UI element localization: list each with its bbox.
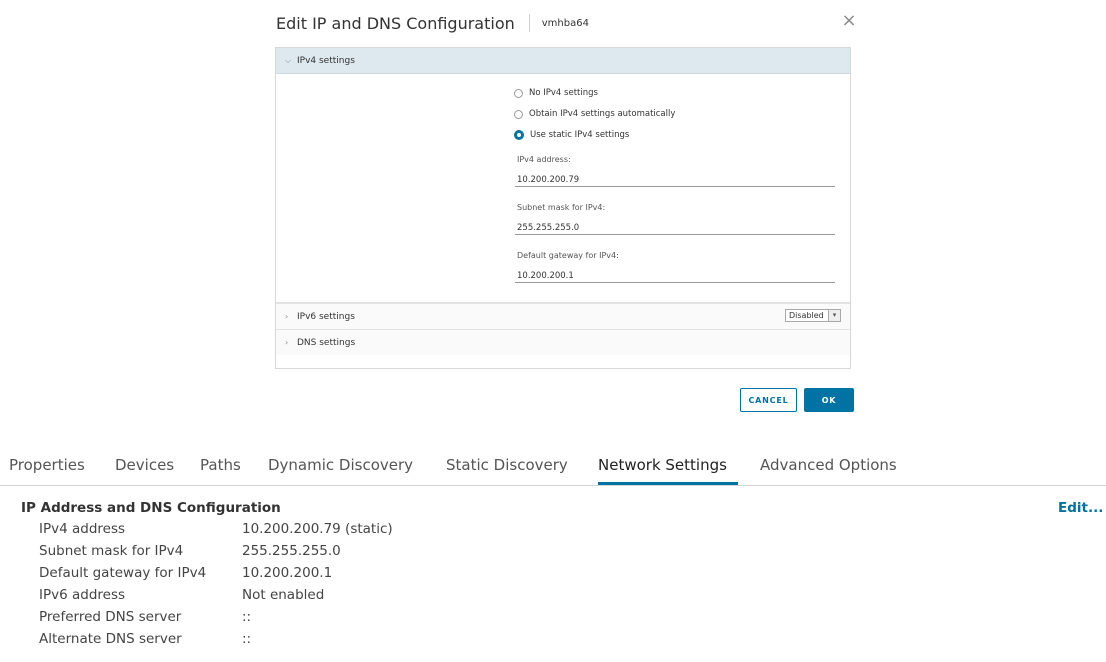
detail-value: Not enabled xyxy=(242,587,325,603)
ipv6-select-value: Disabled xyxy=(789,311,824,320)
detail-key: Preferred DNS server xyxy=(39,609,182,625)
tab-paths[interactable]: Paths xyxy=(200,456,241,474)
detail-key: IPv6 address xyxy=(39,587,126,603)
subnet-mask-input[interactable] xyxy=(515,221,835,235)
radio-label: No IPv4 settings xyxy=(529,88,598,98)
dialog-title: Edit IP and DNS Configuration xyxy=(276,13,515,33)
tab-bar: Properties Devices Paths Dynamic Discove… xyxy=(0,444,1106,486)
detail-value: 10.200.200.79 (static) xyxy=(242,521,393,537)
tab-advanced-options[interactable]: Advanced Options xyxy=(760,456,897,474)
detail-key: IPv4 address xyxy=(39,521,126,537)
section-title: IP Address and DNS Configuration xyxy=(21,500,281,516)
default-gateway-input[interactable] xyxy=(515,269,835,283)
dialog-title-bar: Edit IP and DNS Configuration vmhba64 xyxy=(276,11,589,35)
radio-obtain-auto[interactable]: Obtain IPv4 settings automatically xyxy=(514,109,675,119)
dialog-subtitle: vmhba64 xyxy=(541,17,589,29)
ipv4-settings-label: IPv4 settings xyxy=(297,55,355,66)
close-icon[interactable]: × xyxy=(840,10,858,32)
edit-link[interactable]: Edit... xyxy=(1058,500,1103,516)
detail-value: 10.200.200.1 xyxy=(242,565,333,581)
detail-key: Default gateway for IPv4 xyxy=(39,565,207,581)
tab-devices[interactable]: Devices xyxy=(115,456,174,474)
title-divider xyxy=(528,14,530,32)
ipv4-address-label: IPv4 address: xyxy=(517,155,571,164)
active-tab-indicator xyxy=(598,482,738,485)
default-gateway-label: Default gateway for IPv4: xyxy=(517,251,619,260)
dns-settings-label: DNS settings xyxy=(297,337,356,348)
detail-value: :: xyxy=(242,631,252,647)
ipv6-mode-select[interactable]: Disabled ▾ xyxy=(785,309,841,322)
chevron-right-icon: › xyxy=(285,312,289,321)
ok-button[interactable]: OK xyxy=(804,388,854,412)
settings-stack: ⌵ IPv4 settings No IPv4 settings Obtain … xyxy=(275,47,851,369)
tab-dynamic-discovery[interactable]: Dynamic Discovery xyxy=(268,456,413,474)
ipv6-settings-header[interactable]: › IPv6 settings Disabled ▾ xyxy=(276,303,850,329)
ipv4-settings-header[interactable]: ⌵ IPv4 settings xyxy=(276,48,850,74)
radio-static[interactable]: Use static IPv4 settings xyxy=(514,130,629,140)
radio-label: Obtain IPv4 settings automatically xyxy=(529,109,676,119)
ipv4-settings-body: No IPv4 settings Obtain IPv4 settings au… xyxy=(276,74,850,303)
subnet-mask-label: Subnet mask for IPv4: xyxy=(517,203,606,212)
dns-settings-header[interactable]: › DNS settings xyxy=(276,329,850,355)
radio-button-selected[interactable] xyxy=(514,130,524,140)
tab-properties[interactable]: Properties xyxy=(9,456,85,474)
cancel-button[interactable]: CANCEL xyxy=(740,388,797,412)
chevron-down-icon: ▾ xyxy=(828,310,840,321)
radio-button[interactable] xyxy=(514,88,523,98)
tab-static-discovery[interactable]: Static Discovery xyxy=(446,456,568,474)
detail-key: Subnet mask for IPv4 xyxy=(39,543,184,559)
radio-no-ipv4[interactable]: No IPv4 settings xyxy=(514,88,598,98)
radio-label: Use static IPv4 settings xyxy=(530,130,630,140)
detail-value: :: xyxy=(242,609,252,625)
tab-network-settings[interactable]: Network Settings xyxy=(598,456,727,474)
chevron-right-icon: › xyxy=(285,338,289,347)
chevron-down-icon: ⌵ xyxy=(285,55,292,65)
ipv4-address-input[interactable] xyxy=(515,173,835,187)
ipv6-settings-label: IPv6 settings xyxy=(297,311,355,322)
radio-button[interactable] xyxy=(514,109,523,119)
detail-value: 255.255.255.0 xyxy=(242,543,341,559)
detail-key: Alternate DNS server xyxy=(39,631,182,647)
